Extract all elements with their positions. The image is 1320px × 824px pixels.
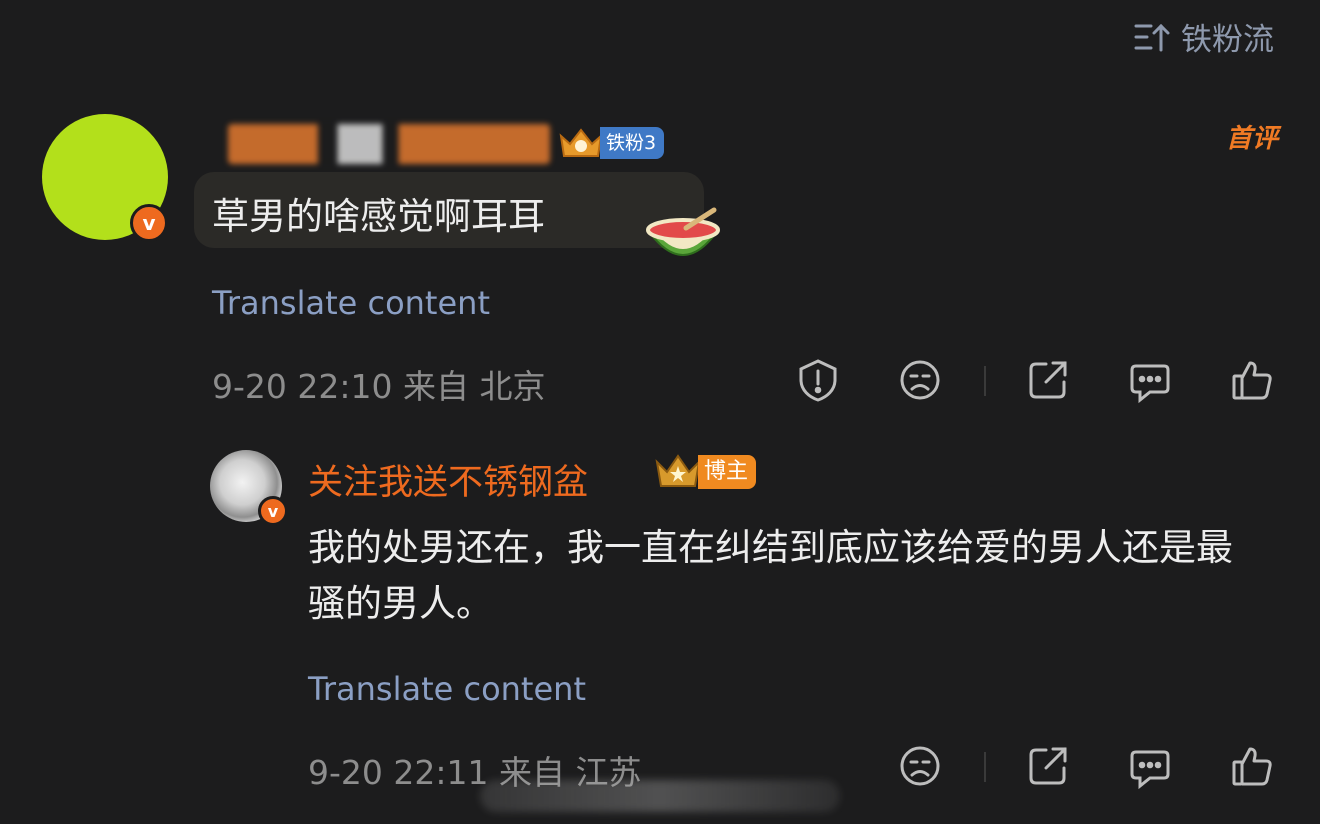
comment-icon[interactable]: [1128, 746, 1172, 790]
action-divider: [984, 752, 986, 782]
verified-badge: v: [130, 204, 168, 242]
iron-fan-badge[interactable]: 铁粉3: [556, 124, 665, 162]
action-divider: [984, 366, 986, 396]
comment-icon[interactable]: [1128, 360, 1172, 404]
dislike-icon[interactable]: [898, 744, 942, 788]
watermelon-icon: [646, 207, 720, 256]
translate-link[interactable]: Translate content: [212, 284, 490, 322]
like-icon[interactable]: [1230, 744, 1274, 788]
like-icon[interactable]: [1230, 358, 1274, 402]
translate-link[interactable]: Translate content: [308, 670, 586, 708]
verified-badge: v: [258, 496, 288, 526]
first-comment-tag: 首评: [1225, 124, 1278, 154]
reply-text: 我的处男还在，我一直在纠结到底应该给爱的男人还是最骚的男人。: [308, 526, 1233, 625]
share-icon[interactable]: [1026, 744, 1070, 788]
blogger-badge: 博主: [652, 452, 757, 492]
replier-name[interactable]: 关注我送不锈钢盆: [308, 454, 588, 505]
fan-level-label: 铁粉3: [600, 127, 665, 159]
blogger-label: 博主: [698, 455, 757, 489]
sort-label: 铁粉流: [1181, 22, 1274, 58]
comment-text: 草男的啥感觉啊耳耳: [212, 195, 545, 238]
sort-icon: [1133, 20, 1171, 54]
dislike-icon[interactable]: [898, 358, 942, 402]
sort-toggle[interactable]: 铁粉流: [1133, 14, 1274, 59]
commenter-name-redacted[interactable]: [228, 124, 550, 164]
comment-meta: 9-20 22:10 来自 北京: [212, 367, 546, 406]
crown-icon: [655, 454, 701, 487]
share-icon[interactable]: [1026, 358, 1070, 402]
crown-icon: [559, 128, 603, 157]
blurred-watermark: [480, 780, 840, 812]
report-icon[interactable]: [796, 358, 840, 402]
